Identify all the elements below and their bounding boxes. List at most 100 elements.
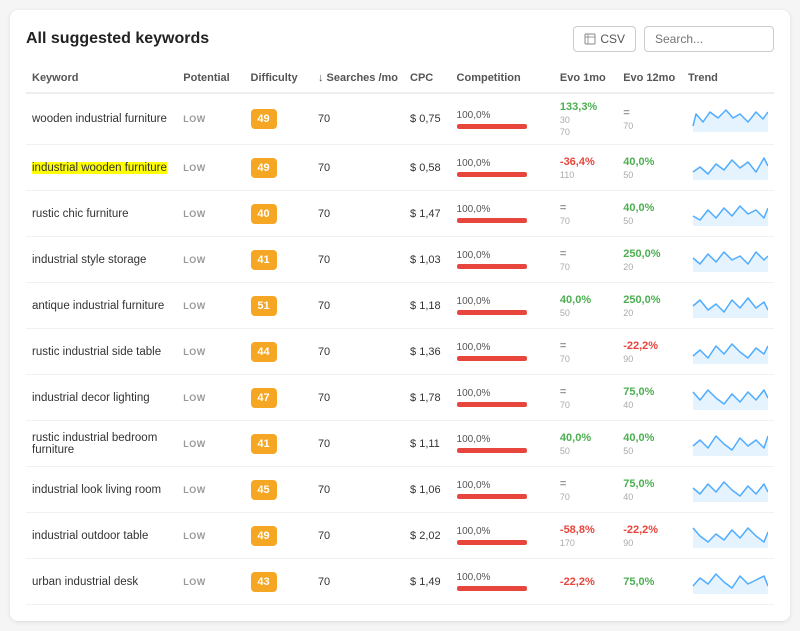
trend-sparkline (688, 290, 768, 318)
competition-cell: 100,0% (451, 375, 554, 421)
col-trend: Trend (682, 66, 774, 93)
searches-cell: 70 (312, 93, 404, 145)
trend-cell (682, 513, 774, 559)
searches-cell: 70 (312, 283, 404, 329)
potential-cell: LOW (177, 375, 244, 421)
keyword-text: industrial look living room (32, 484, 161, 496)
difficulty-cell: 51 (245, 283, 312, 329)
page-title: All suggested keywords (26, 30, 209, 48)
cpc-cell: $ 1,03 (404, 237, 451, 283)
table-header: Keyword Potential Difficulty ↓ Searches … (26, 66, 774, 93)
trend-cell (682, 93, 774, 145)
keyword-cell: industrial wooden furniture (26, 145, 177, 191)
difficulty-cell: 49 (245, 513, 312, 559)
table-row: rustic industrial bedroom furnitureLOW41… (26, 421, 774, 467)
evo1mo-cell: 40,0%50 (554, 421, 617, 467)
keyword-text: wooden industrial furniture (32, 113, 167, 125)
evo12mo-cell: 75,0%40 (617, 467, 682, 513)
keyword-text: industrial wooden furniture (32, 162, 167, 174)
page-header: All suggested keywords CSV (26, 26, 774, 52)
potential-cell: LOW (177, 191, 244, 237)
col-searches: ↓ Searches /mo (312, 66, 404, 93)
potential-cell: LOW (177, 329, 244, 375)
keyword-cell: industrial outdoor table (26, 513, 177, 559)
difficulty-cell: 43 (245, 559, 312, 605)
trend-sparkline (688, 474, 768, 502)
evo1mo-cell: -22,2% (554, 559, 617, 605)
table-row: industrial wooden furnitureLOW4970$ 0,58… (26, 145, 774, 191)
trend-cell (682, 467, 774, 513)
table-row: rustic chic furnitureLOW4070$ 1,47100,0%… (26, 191, 774, 237)
col-evo1mo: Evo 1mo (554, 66, 617, 93)
searches-cell: 70 (312, 329, 404, 375)
col-evo12mo: Evo 12mo (617, 66, 682, 93)
competition-cell: 100,0% (451, 329, 554, 375)
csv-button[interactable]: CSV (573, 26, 636, 52)
keyword-cell: rustic chic furniture (26, 191, 177, 237)
searches-cell: 70 (312, 467, 404, 513)
keyword-text: industrial decor lighting (32, 392, 150, 404)
potential-cell: LOW (177, 513, 244, 559)
trend-sparkline (688, 336, 768, 364)
trend-sparkline (688, 520, 768, 548)
difficulty-cell: 41 (245, 237, 312, 283)
trend-sparkline (688, 152, 768, 180)
cpc-cell: $ 0,58 (404, 145, 451, 191)
difficulty-cell: 45 (245, 467, 312, 513)
evo12mo-cell: 250,0%20 (617, 237, 682, 283)
competition-cell: 100,0% (451, 559, 554, 605)
keyword-cell: antique industrial furniture (26, 283, 177, 329)
table-row: industrial look living roomLOW4570$ 1,06… (26, 467, 774, 513)
trend-sparkline (688, 244, 768, 272)
col-difficulty: Difficulty (245, 66, 312, 93)
col-competition: Competition (451, 66, 554, 93)
trend-cell (682, 421, 774, 467)
search-input[interactable] (644, 26, 774, 52)
keyword-cell: rustic industrial side table (26, 329, 177, 375)
keyword-cell: industrial decor lighting (26, 375, 177, 421)
table-row: industrial style storageLOW4170$ 1,03100… (26, 237, 774, 283)
evo12mo-cell: 40,0%50 (617, 191, 682, 237)
evo1mo-cell: =70 (554, 329, 617, 375)
competition-cell: 100,0% (451, 145, 554, 191)
keyword-text: industrial outdoor table (32, 530, 148, 542)
evo1mo-cell: =70 (554, 375, 617, 421)
competition-cell: 100,0% (451, 237, 554, 283)
evo12mo-cell: -22,2%90 (617, 513, 682, 559)
searches-cell: 70 (312, 559, 404, 605)
header-row: Keyword Potential Difficulty ↓ Searches … (26, 66, 774, 93)
difficulty-cell: 41 (245, 421, 312, 467)
keyword-text: rustic industrial bedroom furniture (32, 432, 157, 456)
cpc-cell: $ 2,02 (404, 513, 451, 559)
searches-cell: 70 (312, 145, 404, 191)
cpc-cell: $ 1,11 (404, 421, 451, 467)
difficulty-cell: 44 (245, 329, 312, 375)
potential-cell: LOW (177, 283, 244, 329)
competition-cell: 100,0% (451, 467, 554, 513)
potential-cell: LOW (177, 145, 244, 191)
evo12mo-cell: 40,0%50 (617, 145, 682, 191)
difficulty-cell: 40 (245, 191, 312, 237)
trend-cell (682, 237, 774, 283)
trend-sparkline (688, 428, 768, 456)
trend-sparkline (688, 198, 768, 226)
evo12mo-cell: 75,0% (617, 559, 682, 605)
cpc-cell: $ 1,47 (404, 191, 451, 237)
cpc-cell: $ 0,75 (404, 93, 451, 145)
competition-cell: 100,0% (451, 421, 554, 467)
keyword-cell: industrial look living room (26, 467, 177, 513)
trend-cell (682, 191, 774, 237)
cpc-cell: $ 1,49 (404, 559, 451, 605)
table-row: urban industrial desk LOW4370$ 1,49100,0%… (26, 559, 774, 605)
cpc-cell: $ 1,06 (404, 467, 451, 513)
keyword-cell: urban industrial desk (26, 559, 177, 605)
keywords-table: Keyword Potential Difficulty ↓ Searches … (26, 66, 774, 605)
difficulty-cell: 49 (245, 93, 312, 145)
keyword-text: urban industrial desk (32, 576, 138, 588)
trend-cell (682, 375, 774, 421)
competition-cell: 100,0% (451, 191, 554, 237)
cpc-cell: $ 1,18 (404, 283, 451, 329)
keyword-cell: wooden industrial furniture (26, 93, 177, 145)
trend-cell (682, 283, 774, 329)
potential-cell: LOW (177, 559, 244, 605)
